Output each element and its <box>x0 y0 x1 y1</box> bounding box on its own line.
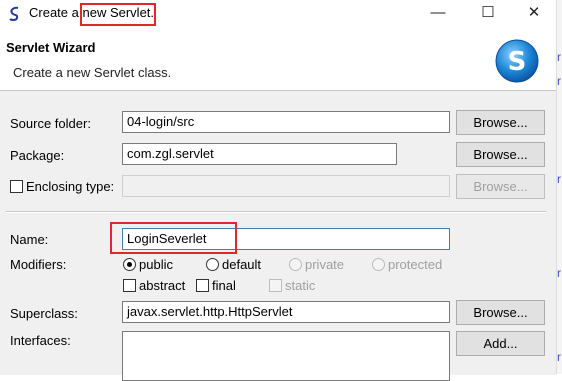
public-radio[interactable] <box>123 258 136 271</box>
static-checkbox <box>269 279 282 292</box>
edge-mark: r <box>557 172 561 186</box>
modifiers-label: Modifiers: <box>10 257 67 272</box>
svg-text:S: S <box>508 47 527 77</box>
enclosing-type-label: Enclosing type: <box>26 179 115 194</box>
edge-mark: r <box>557 50 561 64</box>
wizard-description: Create a new Servlet class. <box>13 65 172 80</box>
private-radio <box>289 258 302 271</box>
default-radio[interactable] <box>206 258 219 271</box>
edge-mark: r <box>557 266 561 280</box>
superclass-label: Superclass: <box>10 306 78 321</box>
title-highlight-box <box>80 3 156 26</box>
abstract-checkbox[interactable] <box>123 279 136 292</box>
servlet-logo-icon: S <box>495 39 539 83</box>
separator <box>6 211 546 213</box>
package-field[interactable]: com.zgl.servlet <box>122 143 397 165</box>
protected-label: protected <box>388 257 443 272</box>
abstract-label: abstract <box>139 278 186 293</box>
minimize-button[interactable]: — <box>428 4 448 22</box>
public-label: public <box>139 257 173 272</box>
close-button[interactable]: ✕ <box>524 4 544 22</box>
source-folder-browse-button[interactable]: Browse... <box>456 110 545 135</box>
edge-mark: r <box>557 350 561 364</box>
protected-radio <box>372 258 385 271</box>
source-folder-field[interactable]: 04-login/src <box>122 111 450 133</box>
superclass-field[interactable]: javax.servlet.http.HttpServlet <box>122 301 450 323</box>
name-label: Name: <box>10 232 49 247</box>
static-label: static <box>285 278 316 293</box>
default-label: default <box>222 257 262 272</box>
wizard-header: Servlet Wizard Create a new Servlet clas… <box>0 28 556 90</box>
enclosing-type-browse-button: Browse... <box>456 174 545 199</box>
interfaces-label: Interfaces: <box>10 333 71 348</box>
final-label: final <box>212 278 236 293</box>
maximize-button[interactable]: ☐ <box>478 4 498 22</box>
enclosing-type-checkbox[interactable] <box>10 180 23 193</box>
superclass-browse-button[interactable]: Browse... <box>456 300 545 325</box>
final-checkbox[interactable] <box>196 279 209 292</box>
private-label: private <box>305 257 345 272</box>
edge-mark: r <box>557 74 561 88</box>
wizard-title: Servlet Wizard <box>6 40 96 55</box>
interfaces-add-button[interactable]: Add... <box>456 331 545 356</box>
package-browse-button[interactable]: Browse... <box>456 142 545 167</box>
title-bar: Create a new Servlet. — ☐ ✕ <box>0 0 562 28</box>
eclipse-app-icon <box>9 6 19 21</box>
package-label: Package: <box>10 148 65 163</box>
source-folder-label: Source folder: <box>10 116 91 131</box>
enclosing-type-field <box>122 175 450 197</box>
name-highlight-box <box>110 222 237 254</box>
